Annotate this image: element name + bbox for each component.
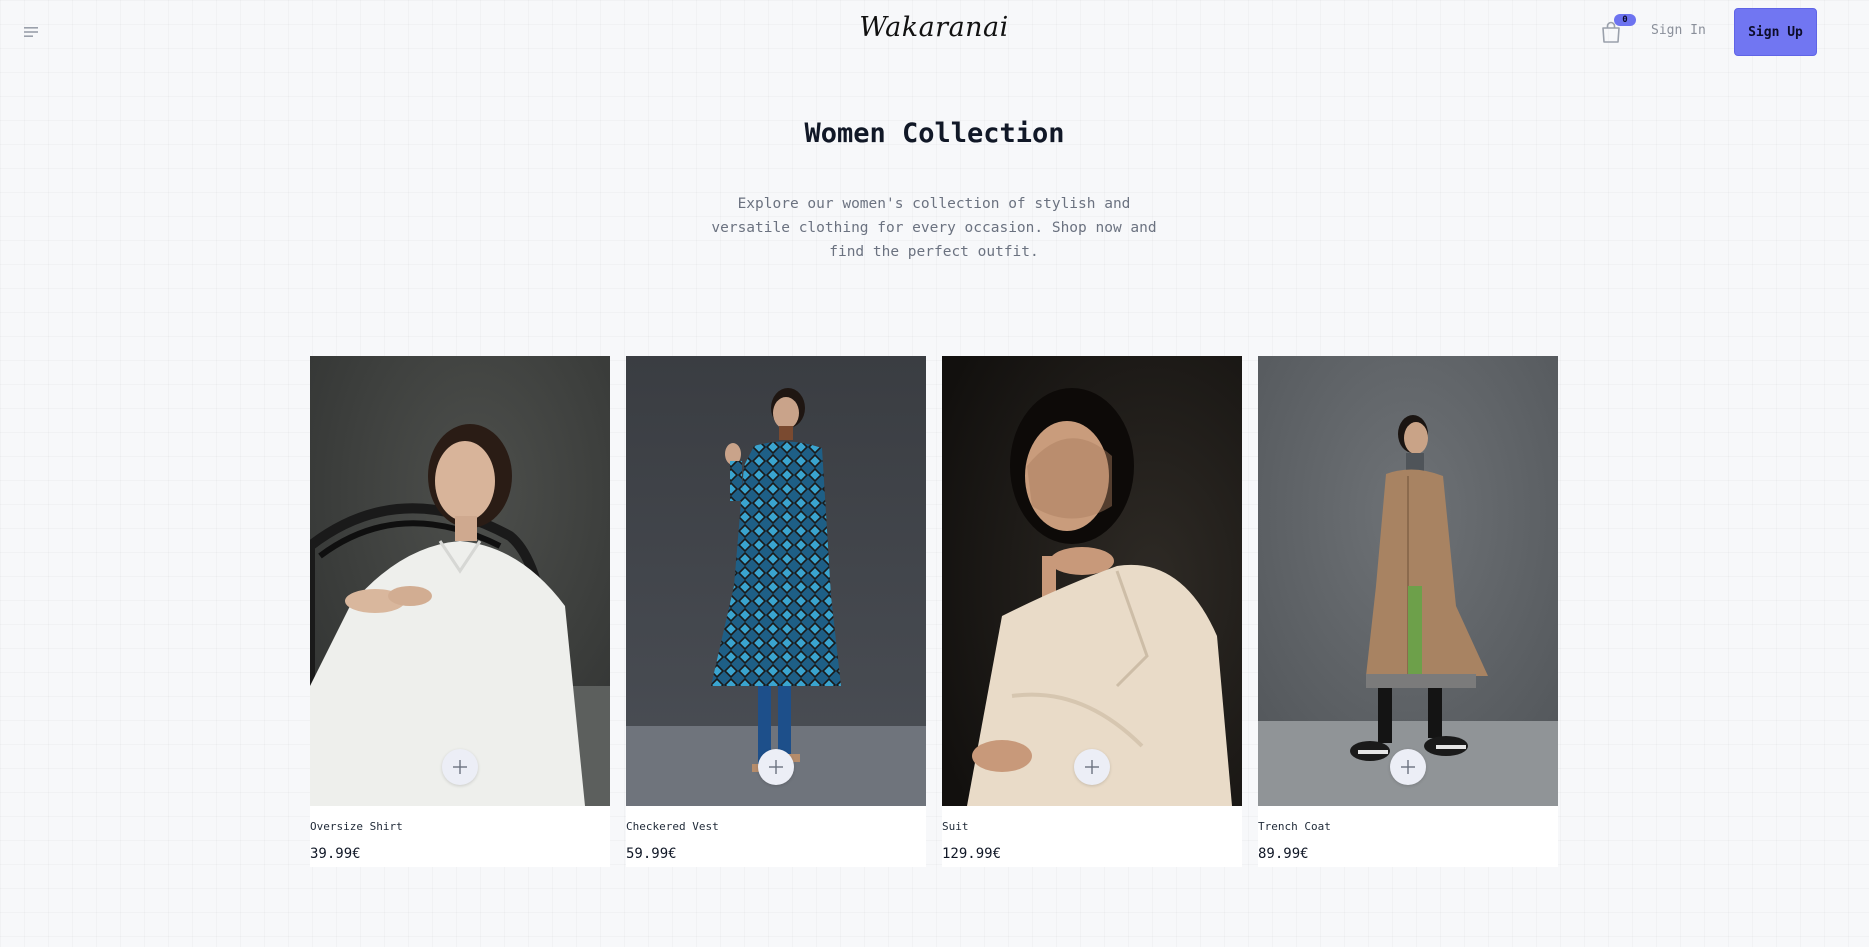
product-card[interactable]: Suit 129.99€ (942, 356, 1242, 867)
logo[interactable]: Wakaranai (859, 12, 1009, 43)
product-name[interactable]: Oversize Shirt (310, 820, 403, 833)
product-image[interactable] (942, 356, 1242, 806)
product-price: 39.99€ (310, 846, 361, 862)
plus-icon (1085, 760, 1099, 774)
sign-in-link[interactable]: Sign In (1651, 23, 1706, 38)
product-card[interactable]: Oversize Shirt 39.99€ (310, 356, 610, 867)
cart-count-badge: 0 (1614, 14, 1636, 26)
add-to-cart-button[interactable] (758, 749, 794, 785)
sign-up-button[interactable]: Sign Up (1734, 8, 1817, 56)
add-to-cart-button[interactable] (442, 749, 478, 785)
product-price: 89.99€ (1258, 846, 1309, 862)
product-name[interactable]: Suit (942, 820, 969, 833)
product-price: 59.99€ (626, 846, 677, 862)
product-image[interactable] (626, 356, 926, 806)
product-grid: Oversize Shirt 39.99€ Checkered Vest 59.… (310, 356, 1559, 867)
site-header: Wakaranai 0 Sign In Sign Up (0, 0, 1869, 64)
add-to-cart-button[interactable] (1074, 749, 1110, 785)
plus-icon (769, 760, 783, 774)
product-image[interactable] (310, 356, 610, 806)
add-to-cart-button[interactable] (1390, 749, 1426, 785)
plus-icon (1401, 760, 1415, 774)
product-image[interactable] (1258, 356, 1558, 806)
product-name[interactable]: Trench Coat (1258, 820, 1331, 833)
product-price: 129.99€ (942, 846, 1002, 862)
page-description: Explore our women's collection of stylis… (711, 196, 1157, 260)
product-name[interactable]: Checkered Vest (626, 820, 719, 833)
page-title: Women Collection (804, 118, 1065, 149)
product-card[interactable]: Checkered Vest 59.99€ (626, 356, 926, 867)
menu-icon[interactable] (20, 21, 42, 43)
plus-icon (453, 760, 467, 774)
product-card[interactable]: Trench Coat 89.99€ (1258, 356, 1558, 867)
